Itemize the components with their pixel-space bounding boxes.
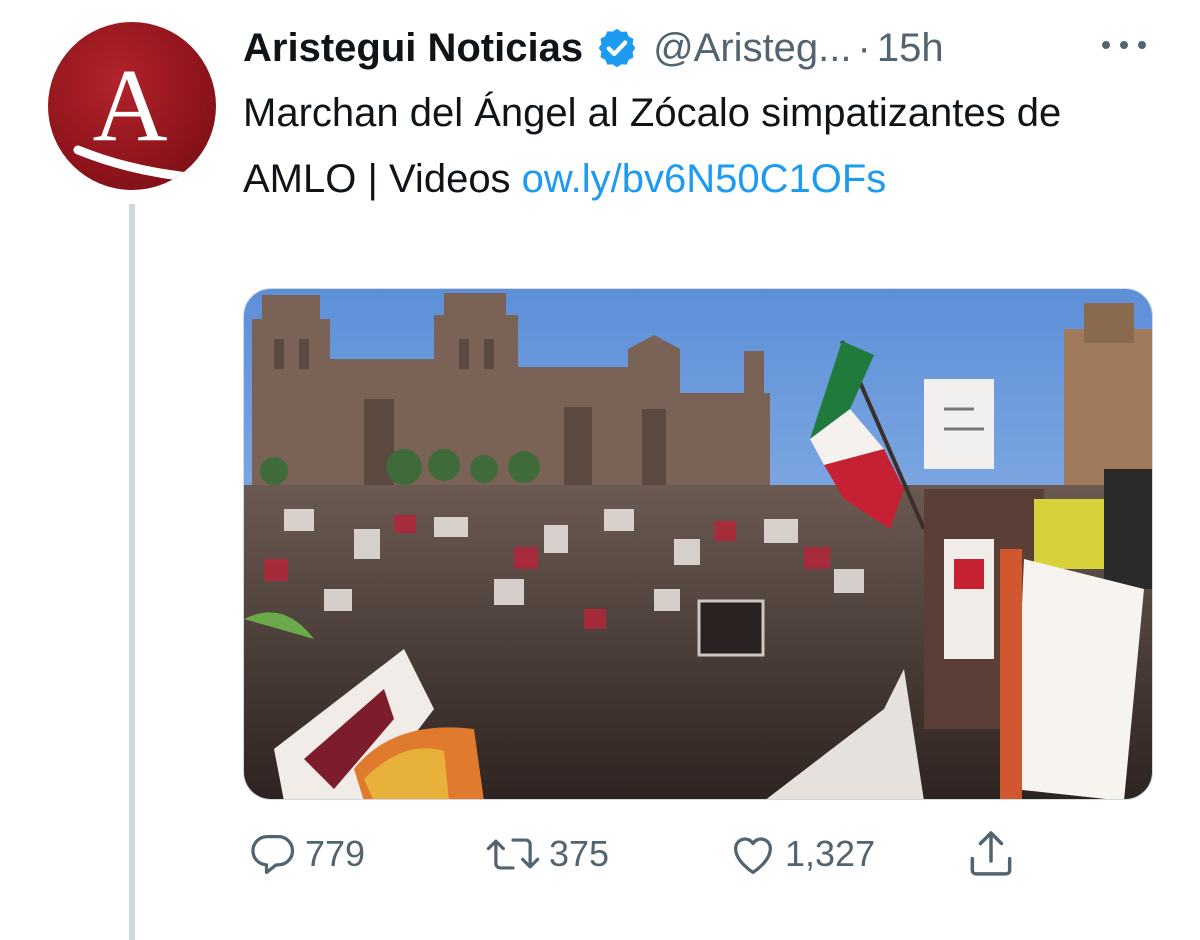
like-count: 1,327	[785, 833, 876, 874]
crowd-photo	[244, 289, 1152, 799]
verified-badge-icon	[595, 26, 639, 70]
share-button[interactable]	[963, 826, 1019, 882]
reply-button[interactable]: 779	[247, 826, 365, 882]
tweet-text: Marchan del Ángel al Zócalo simpatizante…	[243, 80, 1123, 212]
avatar[interactable]: A	[48, 22, 216, 190]
like-button[interactable]: 1,327	[727, 826, 875, 882]
tweet-actions: 779 375 1,327	[243, 826, 1063, 882]
retweet-button[interactable]: 375	[483, 826, 609, 882]
reply-count: 779	[305, 833, 366, 874]
avatar-logo: A	[73, 48, 203, 183]
retweet-count: 375	[549, 833, 610, 874]
tweet-header: Aristegui Noticias @Aristeg... · 15h	[243, 22, 944, 74]
reply-icon	[251, 835, 295, 875]
author-handle[interactable]: @Aristeg...	[653, 22, 851, 74]
tweet[interactable]: A Aristegui Noticias @Aristeg... · 15h M…	[0, 0, 1200, 940]
author-name[interactable]: Aristegui Noticias	[243, 22, 583, 74]
retweet-icon	[486, 838, 540, 870]
like-icon	[734, 837, 772, 875]
avatar-letter: A	[92, 48, 167, 163]
tweet-timestamp[interactable]: 15h	[877, 22, 944, 74]
share-icon	[970, 831, 1012, 876]
more-icon[interactable]	[1098, 30, 1150, 60]
tweet-link[interactable]: ow.ly/bv6N50C1OFs	[522, 157, 887, 201]
tweet-image[interactable]	[243, 288, 1153, 800]
thread-line	[129, 204, 135, 940]
separator-dot: ·	[857, 26, 871, 70]
